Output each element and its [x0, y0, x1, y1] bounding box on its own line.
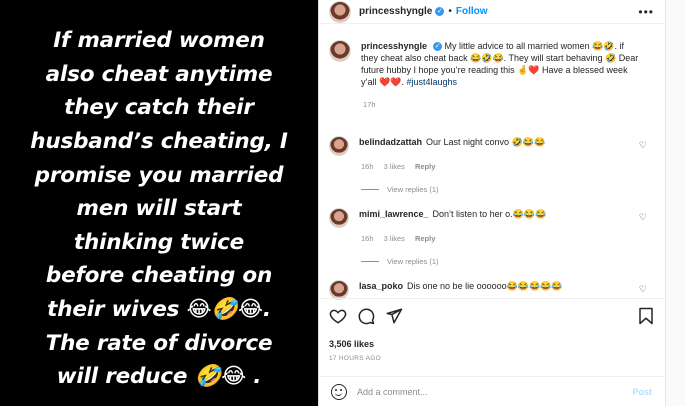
- page-background-edge: [665, 0, 685, 406]
- verified-badge-icon: ✓: [435, 7, 445, 16]
- comment-item: lasa_poko Dis one no be lie oooooo😂😂😂😂😂 ♡: [329, 280, 659, 300]
- comment-item: mimi_lawrence_ Don’t listen to her o.😂😂😂 …: [329, 208, 659, 266]
- caption-username[interactable]: princesshyngle: [361, 41, 427, 51]
- reply-button[interactable]: Reply: [415, 162, 435, 171]
- comment-username[interactable]: belindadzattah: [359, 137, 422, 147]
- save-bookmark-icon[interactable]: [638, 307, 654, 325]
- comment-text: lasa_poko Dis one no be lie oooooo😂😂😂😂😂: [359, 280, 629, 292]
- story-text-line: will reduce 🤣😂 .: [56, 364, 262, 390]
- replies-divider: [361, 261, 379, 262]
- author-username[interactable]: princesshyngle: [359, 6, 432, 17]
- comment-text: belindadzattah Our Last night convo 🤣😂😂: [359, 136, 629, 148]
- commenter-avatar[interactable]: [329, 280, 349, 300]
- post-caption: princesshyngle ✓ My little advice to all …: [329, 40, 649, 109]
- like-comment-heart-icon[interactable]: ♡: [639, 284, 647, 295]
- caption-timestamp: 17h: [363, 100, 376, 109]
- comment-username[interactable]: lasa_poko: [359, 281, 403, 291]
- comment-meta: 16h 3 likes Reply: [361, 162, 659, 171]
- view-replies-label[interactable]: View replies (1): [387, 185, 439, 194]
- comment-time: 16h: [361, 162, 374, 171]
- follow-button[interactable]: Follow: [456, 6, 488, 17]
- story-text-line: The rate of divorce: [45, 330, 273, 356]
- verified-badge-icon: ✓: [433, 42, 443, 52]
- comment-text: mimi_lawrence_ Don’t listen to her o.😂😂😂: [359, 208, 629, 220]
- story-text-line: men will start: [76, 196, 242, 222]
- post-actions-bar: [319, 298, 666, 338]
- comment-time: 16h: [361, 234, 374, 243]
- story-text-line: they catch their: [64, 95, 254, 121]
- story-text-line: promise you married: [34, 162, 284, 188]
- like-heart-icon[interactable]: [329, 307, 347, 325]
- comment-meta: 16h 3 likes Reply: [361, 234, 659, 243]
- reply-button[interactable]: Reply: [415, 234, 435, 243]
- view-replies-button[interactable]: View replies (1): [361, 185, 659, 194]
- view-replies-label[interactable]: View replies (1): [387, 257, 439, 266]
- replies-divider: [361, 189, 379, 190]
- comment-bubble-icon[interactable]: [357, 307, 375, 325]
- caption-text: princesshyngle ✓ My little advice to all …: [361, 40, 641, 88]
- story-text-line: also cheat anytime: [45, 61, 273, 87]
- story-text-line: thinking twice: [73, 229, 245, 255]
- story-image: If married women also cheat anytime they c…: [0, 0, 318, 406]
- story-text-line: their wives 😂🤣😂.: [47, 296, 271, 322]
- commenter-avatar[interactable]: [329, 208, 349, 228]
- comment-likes[interactable]: 3 likes: [384, 162, 405, 171]
- caption-avatar[interactable]: [329, 40, 351, 62]
- story-text-line: husband’s cheating, I: [30, 129, 288, 155]
- add-comment-bar: Post: [319, 376, 666, 406]
- post-timestamp: 17 HOURS AGO: [329, 355, 382, 362]
- like-comment-heart-icon[interactable]: ♡: [639, 140, 647, 151]
- post-panel: princesshyngle ✓ • Follow ••• princesshy…: [318, 0, 666, 406]
- view-replies-button[interactable]: View replies (1): [361, 257, 659, 266]
- more-options-icon[interactable]: •••: [638, 5, 654, 19]
- comment-item: belindadzattah Our Last night convo 🤣😂😂 ♡…: [329, 136, 659, 194]
- comment-input[interactable]: [357, 386, 617, 397]
- comment-username[interactable]: mimi_lawrence_: [359, 209, 429, 219]
- comment-body: Don’t listen to her o.😂😂😂: [432, 209, 547, 219]
- caption-hashtag[interactable]: #just4laughs: [406, 77, 457, 87]
- likes-count[interactable]: 3,506 likes: [329, 339, 374, 349]
- post-header: princesshyngle ✓ • Follow •••: [319, 0, 666, 24]
- separator-dot: •: [448, 6, 452, 17]
- post-comment-button[interactable]: Post: [632, 387, 652, 397]
- like-comment-heart-icon[interactable]: ♡: [639, 212, 647, 223]
- story-text-line: If married women: [53, 28, 265, 54]
- share-paper-plane-icon[interactable]: [385, 307, 403, 325]
- commenter-avatar[interactable]: [329, 136, 349, 156]
- story-text-line: before cheating on: [45, 263, 273, 289]
- emoji-picker-icon[interactable]: [331, 383, 347, 400]
- author-avatar[interactable]: [329, 0, 351, 23]
- comment-likes[interactable]: 3 likes: [384, 234, 405, 243]
- comment-body: Dis one no be lie oooooo😂😂😂😂😂: [407, 281, 563, 291]
- comment-body: Our Last night convo 🤣😂😂: [426, 137, 546, 147]
